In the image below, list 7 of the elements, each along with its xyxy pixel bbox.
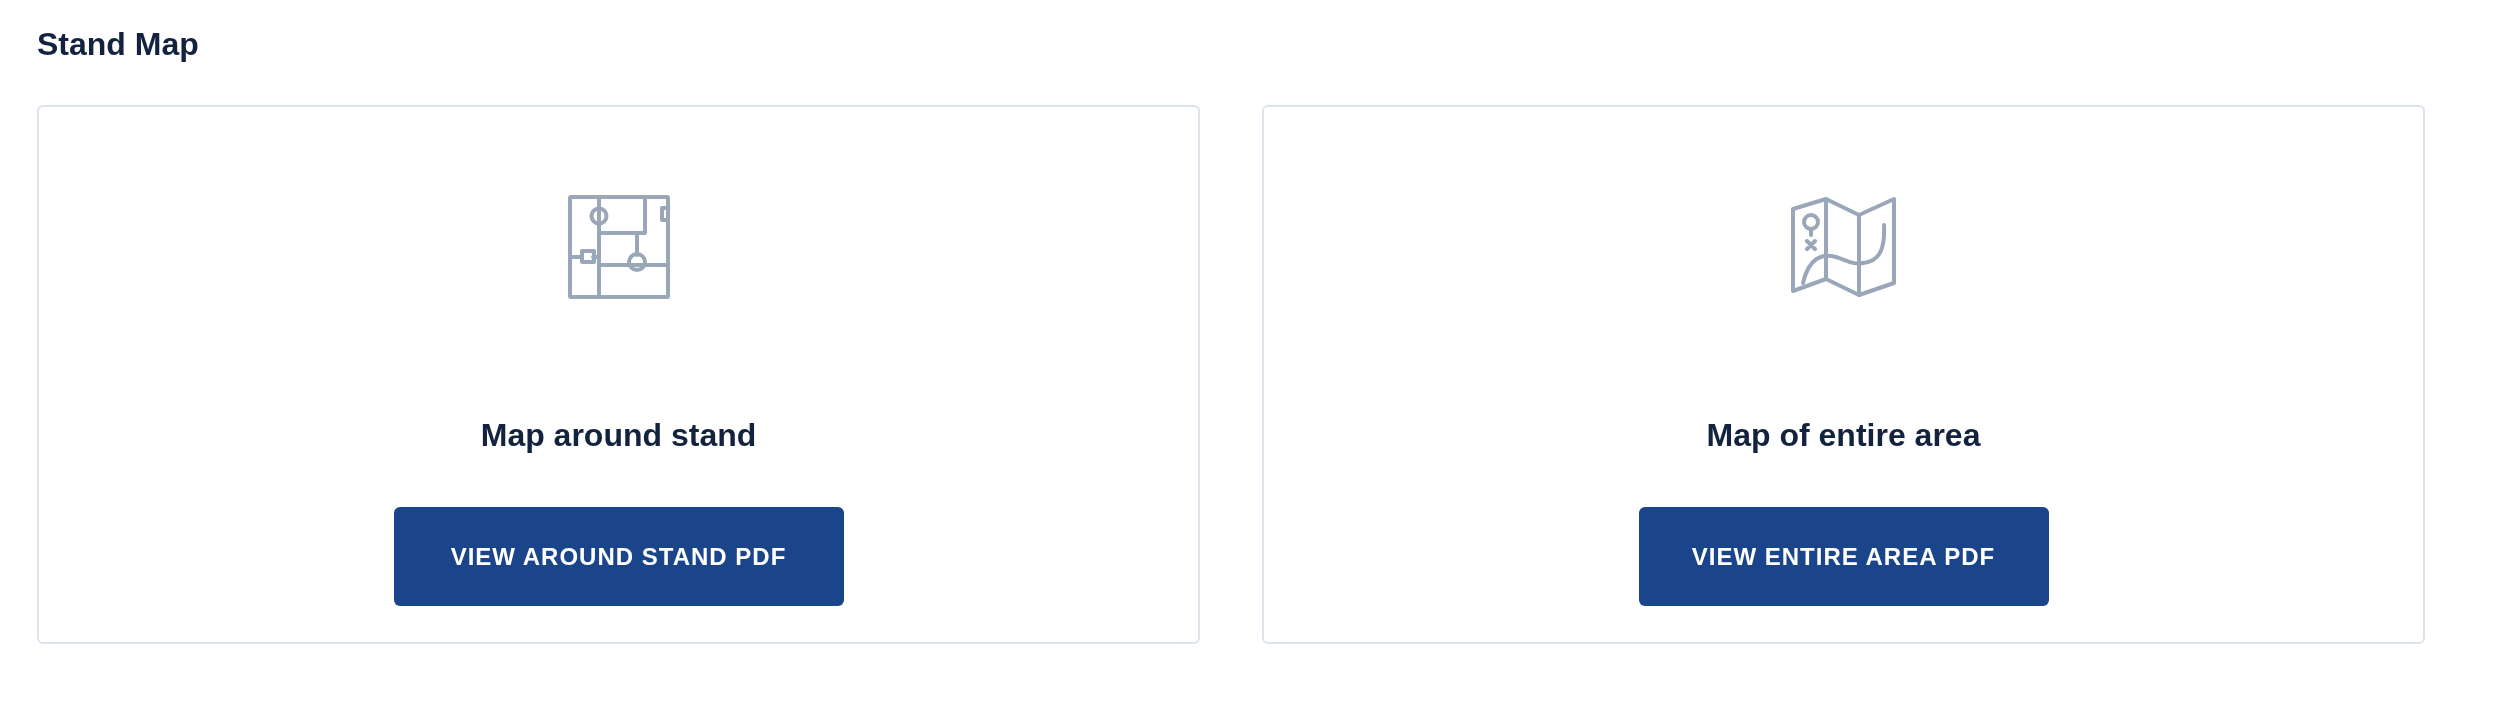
- card-title: Map around stand: [480, 416, 757, 455]
- view-pdf-button[interactable]: VIEW AROUND STAND PDF: [393, 507, 844, 606]
- folded-map-icon: [1790, 197, 1897, 297]
- floor-plan-icon: [567, 195, 670, 299]
- view-pdf-button[interactable]: VIEW ENTIRE AREA PDF: [1638, 507, 2049, 606]
- section-title: Stand Map: [37, 25, 199, 64]
- card-title: Map of entire area: [1706, 416, 1981, 455]
